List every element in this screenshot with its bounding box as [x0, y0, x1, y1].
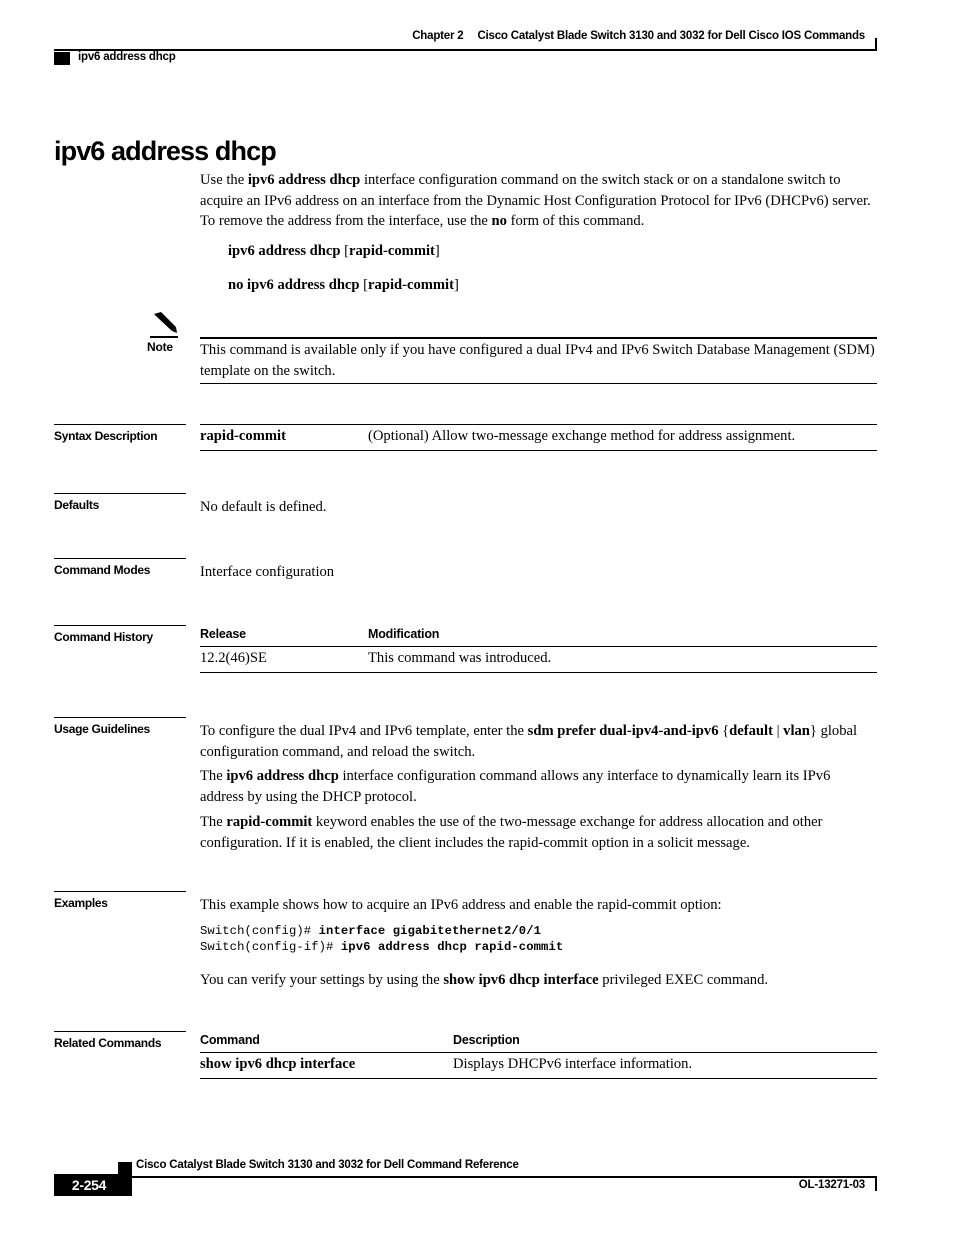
usage-p1-text-a: To configure the dual IPv4 and IPv6 temp…	[200, 723, 528, 739]
page-header: Chapter 2 Cisco Catalyst Blade Switch 313…	[54, 30, 877, 78]
command-history-modification: This command was introduced.	[368, 646, 877, 673]
page-footer: Cisco Catalyst Blade Switch 3130 and 303…	[54, 1152, 877, 1212]
page-title: ipv6 address dhcp	[54, 136, 277, 167]
section-label-command-modes: Command Modes	[54, 558, 186, 578]
usage-p2-bold: ipv6 address dhcp	[226, 768, 339, 784]
examples-intro-text: This example shows how to acquire an IPv…	[200, 897, 722, 913]
syntax-keyword: rapid-commit	[348, 243, 435, 259]
syntax-description-table: rapid-commit (Optional) Allow two-messag…	[200, 424, 877, 451]
command-modes-text: Interface configuration	[200, 564, 335, 580]
section-label-usage-guidelines: Usage Guidelines	[54, 717, 186, 737]
syntax-no-bracket-open: [	[359, 277, 369, 293]
syntax-no-bracket-close: ]	[453, 277, 459, 293]
verify-text-a: You can verify your settings by using th…	[200, 972, 444, 988]
footer-page-number: 2-254	[71, 1177, 107, 1193]
section-label-related-commands: Related Commands	[54, 1031, 186, 1051]
syntax-description-text: (Optional) Allow two-message exchange me…	[368, 424, 877, 451]
header-running-command: ipv6 address dhcp	[78, 51, 176, 63]
cli-prompt-1: Switch(config)#	[200, 924, 319, 938]
usage-p1-brace-open: {	[718, 723, 730, 739]
table-header-row: Command Description	[200, 1031, 877, 1053]
document-page: Chapter 2 Cisco Catalyst Blade Switch 313…	[0, 0, 954, 1235]
note-bottom-rule	[200, 383, 877, 385]
cli-line-2: Switch(config-if)# ipv6 address dhcp rap…	[200, 940, 563, 956]
usage-guidelines-paragraph-1: To configure the dual IPv4 and IPv6 temp…	[200, 721, 877, 762]
usage-p1-bold-default: default	[729, 723, 773, 739]
cli-command-1: interface gigabitethernet2/0/1	[318, 924, 542, 938]
usage-guidelines-paragraph-3: The rapid-commit keyword enables the use…	[200, 812, 877, 853]
usage-p1-brace-close: }	[809, 723, 817, 739]
usage-guidelines-paragraph-2: The ipv6 address dhcp interface configur…	[200, 766, 877, 807]
usage-p1-bold-vlan: vlan	[783, 723, 810, 739]
syntax-no-keyword: rapid-commit	[368, 277, 454, 293]
cli-prompt-2: Switch(config-if)#	[200, 940, 341, 954]
examples-verify-text: You can verify your settings by using th…	[200, 970, 877, 991]
section-label-examples: Examples	[54, 891, 186, 911]
related-commands-command: show ipv6 dhcp interface	[200, 1052, 453, 1079]
header-marker-square	[54, 52, 70, 65]
header-chapter-label: Chapter 2	[412, 30, 464, 42]
command-history-release: 12.2(46)SE	[200, 646, 368, 673]
section-label-syntax-description: Syntax Description	[54, 424, 186, 444]
footer-document-title: Cisco Catalyst Blade Switch 3130 and 303…	[136, 1159, 519, 1171]
footer-document-id: OL-13271-03	[798, 1179, 865, 1191]
related-commands-table: Command Description show ipv6 dhcp inter…	[200, 1031, 877, 1079]
usage-p2-text-a: The	[200, 768, 227, 784]
intro-text-3: form of this command.	[506, 213, 645, 229]
header-rule	[54, 49, 877, 51]
usage-p1-pipe: |	[772, 723, 784, 739]
cli-line-1: Switch(config)# interface gigabitetherne…	[200, 924, 541, 940]
syntax-command: ipv6 address dhcp	[228, 243, 341, 259]
table-row: show ipv6 dhcp interface Displays DHCPv6…	[200, 1052, 877, 1079]
related-commands-header-description: Description	[453, 1031, 877, 1053]
header-endcap	[875, 38, 877, 51]
syntax-line-affirmative: ipv6 address dhcp [rapid-commit]	[228, 243, 440, 260]
header-book-title-text: Cisco Catalyst Blade Switch 3130 and 303…	[477, 30, 865, 42]
table-row: 12.2(46)SE This command was introduced.	[200, 646, 877, 673]
command-history-header-modification: Modification	[368, 625, 877, 647]
related-commands-description: Displays DHCPv6 interface information.	[453, 1052, 877, 1079]
footer-endcap	[875, 1178, 877, 1191]
usage-p3-bold: rapid-commit	[226, 814, 313, 830]
command-history-header-release: Release	[200, 625, 368, 647]
note-label: Note	[147, 340, 173, 354]
command-history-table: Release Modification 12.2(46)SE This com…	[200, 625, 877, 673]
note-text: This command is available only if you ha…	[200, 342, 875, 379]
syntax-bracket-open: [	[340, 243, 349, 259]
verify-text-b: privileged EXEC command.	[598, 972, 769, 988]
pencil-icon	[152, 312, 178, 334]
intro-paragraph: Use the ipv6 address dhcp interface conf…	[200, 170, 877, 232]
syntax-bracket-close: ]	[434, 243, 440, 259]
intro-text-1: Use the	[200, 172, 248, 188]
usage-p3-text-a: The	[200, 814, 227, 830]
footer-rule	[54, 1176, 877, 1178]
intro-command-bold: ipv6 address dhcp	[247, 172, 361, 188]
verify-bold-command: show ipv6 dhcp interface	[443, 972, 599, 988]
note-icon-rule	[150, 336, 178, 338]
syntax-description-keyword: rapid-commit	[200, 424, 368, 451]
table-header-row: Release Modification	[200, 625, 877, 647]
table-row: rapid-commit (Optional) Allow two-messag…	[200, 424, 877, 451]
cli-command-2: ipv6 address dhcp rapid-commit	[340, 940, 564, 954]
section-label-command-history: Command History	[54, 625, 186, 645]
intro-no-bold: no	[491, 213, 507, 229]
syntax-line-negative: no ipv6 address dhcp [rapid-commit]	[228, 277, 459, 294]
header-book-title: Chapter 2 Cisco Catalyst Blade Switch 313…	[412, 30, 865, 42]
syntax-no-command: no ipv6 address dhcp	[228, 277, 360, 293]
defaults-text: No default is defined.	[200, 499, 327, 515]
usage-p1-bold-sdm: sdm prefer dual-ipv4-and-ipv6	[527, 723, 719, 739]
note-top-rule	[200, 337, 877, 339]
related-commands-header-command: Command	[200, 1031, 453, 1053]
section-label-defaults: Defaults	[54, 493, 186, 513]
